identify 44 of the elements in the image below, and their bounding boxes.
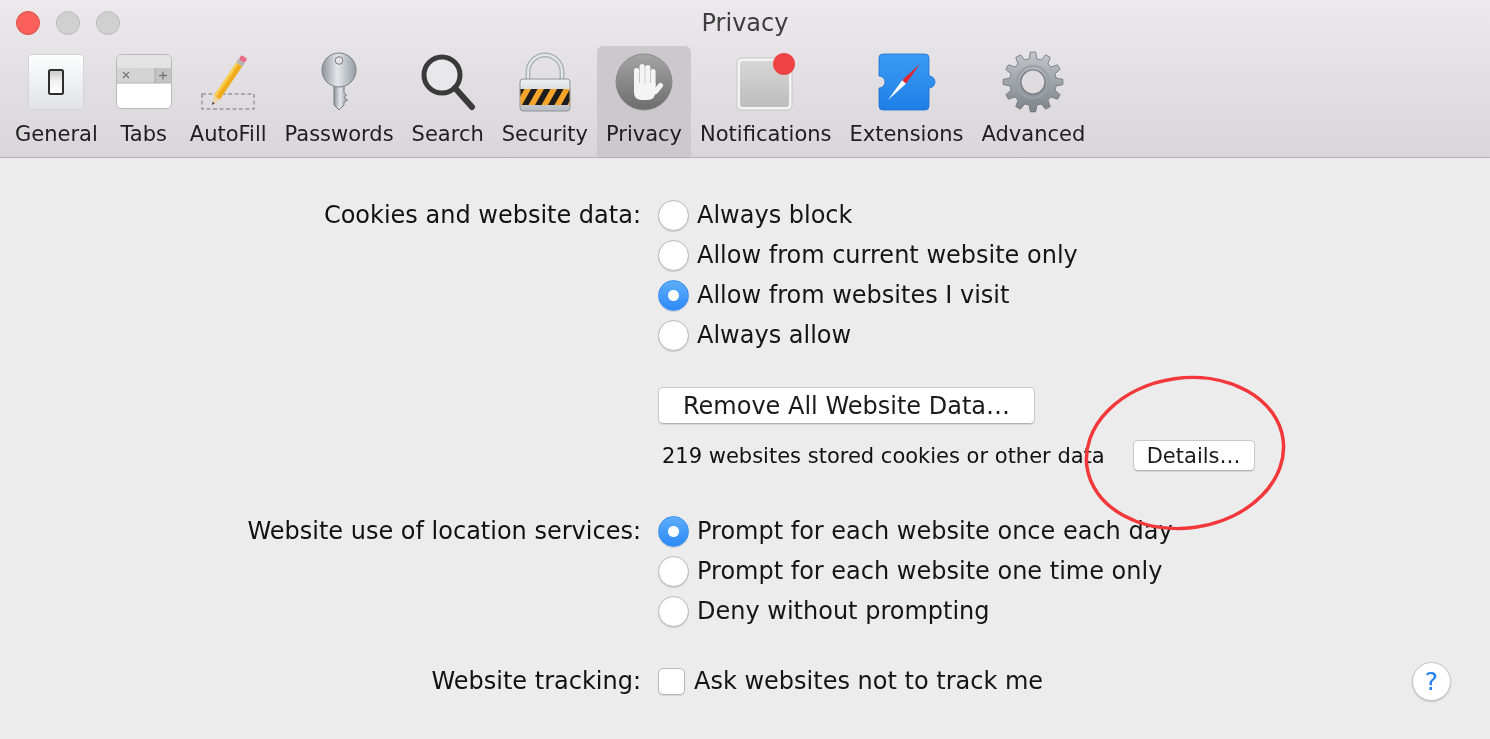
toolbar-tab[interactable]: Extensions [840,46,973,157]
window-title: Privacy [701,9,789,37]
radio-label[interactable]: Allow from current website only [697,240,1078,270]
radio-button[interactable] [658,595,689,627]
radio-label[interactable]: Always allow [697,320,852,350]
notification-badge-icon [735,53,796,111]
radio-button[interactable] [658,555,689,587]
toolbar-tab[interactable]: Privacy [597,46,692,157]
section-label: Cookies and website data: [323,200,641,231]
radio-label[interactable]: Prompt for each website one time only [697,556,1163,586]
radio-button[interactable] [658,239,689,271]
zoom-button[interactable] [96,11,120,35]
radio-button[interactable] [658,319,689,351]
radio-button[interactable] [658,279,689,311]
radio-button[interactable] [658,515,689,547]
padlock-icon [518,52,571,112]
radio-label[interactable]: Deny without prompting [697,596,990,626]
toolbar-tab[interactable]: AutoFill [180,46,276,157]
hand-icon [615,53,674,111]
light-switch-icon [28,54,85,110]
toolbar-tab[interactable]: Notifications [691,46,841,157]
details-button[interactable]: Details… [1132,440,1255,471]
toolbar-tab[interactable]: Advanced [972,46,1095,157]
puzzle-piece-icon [877,53,936,111]
close-button[interactable] [16,11,40,35]
key-icon [319,52,360,112]
radio-button[interactable] [658,199,689,231]
gear-icon [1002,51,1065,113]
checkbox[interactable] [658,667,685,695]
toolbar-tab[interactable]: Search [402,46,493,157]
search-icon [419,53,476,111]
help-button[interactable]: ? [1412,661,1451,701]
tab-bar-icon [115,54,172,110]
radio-label[interactable]: Always block [697,200,853,230]
toolbar-tab[interactable]: Security [492,46,597,157]
remove-data-button[interactable]: Remove All Website Data… [658,387,1035,424]
section-label: Website use of location services: [247,516,641,547]
minimize-button[interactable] [56,11,80,35]
toolbar-tab[interactable]: General [6,46,107,157]
toolbar-tab[interactable]: Passwords [275,46,403,157]
toolbar-tab[interactable]: Tabs [106,46,181,157]
section-label: Website tracking: [431,666,641,697]
checkbox-label[interactable]: Ask websites not to track me [694,666,1044,696]
radio-label[interactable]: Allow from websites I visit [697,280,1010,310]
